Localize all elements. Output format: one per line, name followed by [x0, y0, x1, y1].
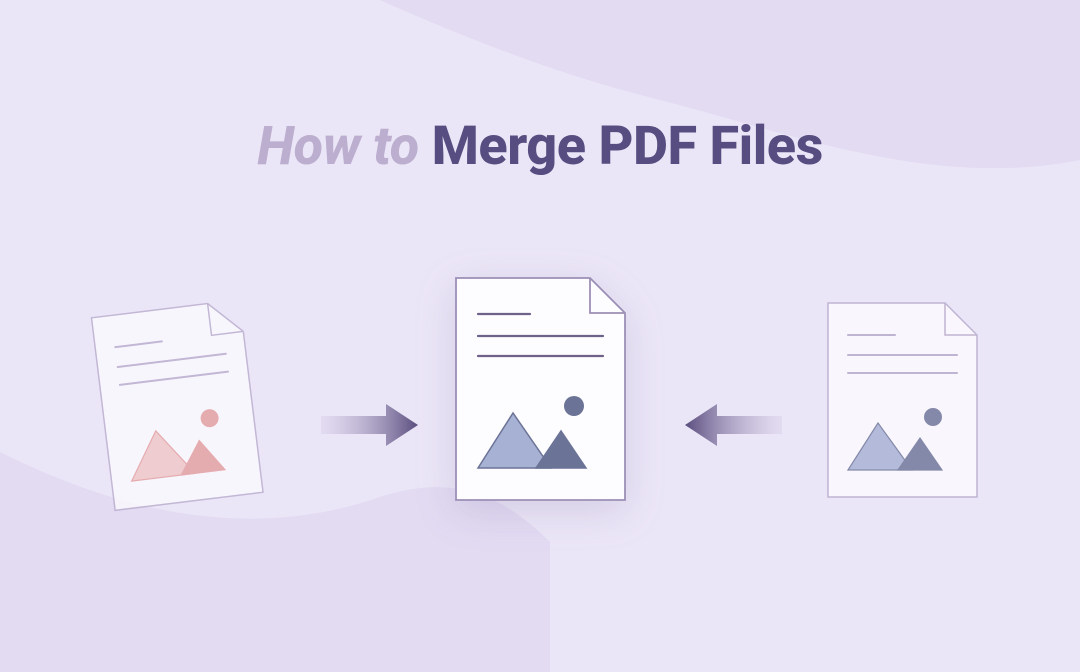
document-left-icon [83, 291, 273, 524]
arrow-right-icon [318, 400, 423, 454]
document-center-icon [448, 270, 633, 512]
page-title: How to Merge PDF Files [0, 115, 1080, 178]
document-right-icon [820, 295, 985, 509]
title-light-text: How to [257, 115, 431, 178]
title-dark-text: Merge PDF Files [432, 115, 823, 178]
arrow-left-icon [680, 400, 785, 454]
merge-illustration [0, 280, 1080, 620]
